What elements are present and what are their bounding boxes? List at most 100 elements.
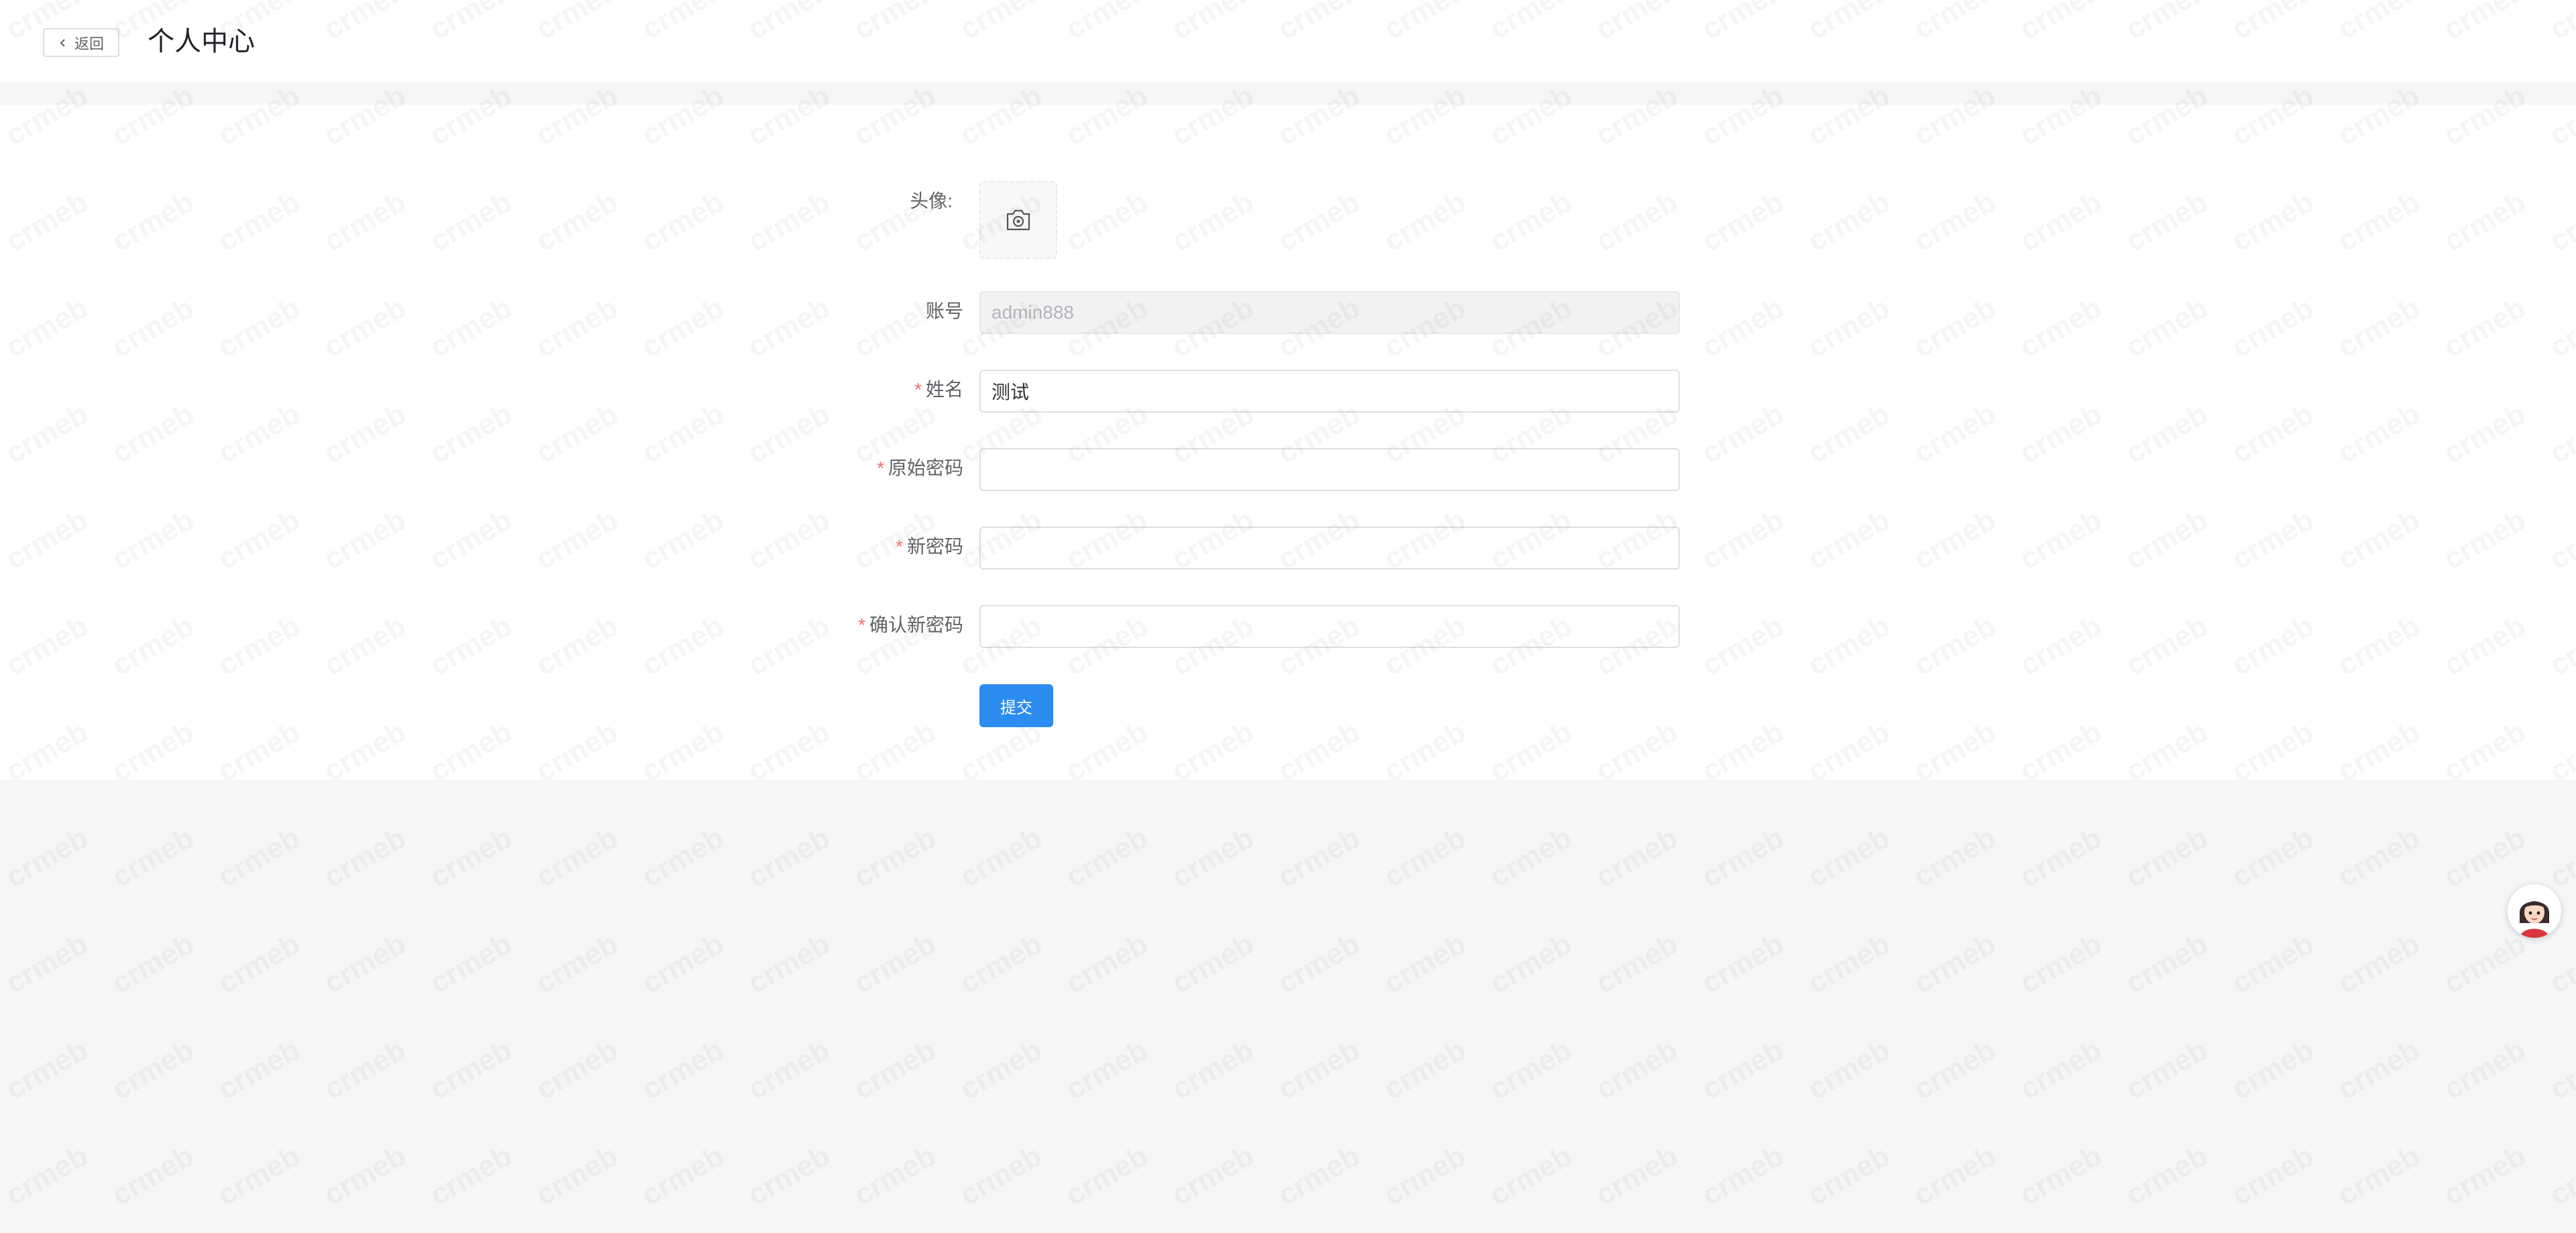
- watermark-text: crmeb: [743, 1033, 836, 1106]
- chevron-left-icon: [60, 38, 65, 47]
- watermark-text: crmeb: [425, 1139, 518, 1212]
- personal-center-page: 返回 个人中心 头像: 账号 *姓名 *原始密码 *新密码 *确认新密码: [0, 0, 2576, 1233]
- assistant-avatar-icon: [2508, 884, 2561, 938]
- avatar-upload[interactable]: [979, 181, 1057, 259]
- watermark-text: crmeb: [319, 1139, 412, 1212]
- watermark-text: crmeb: [1061, 1033, 1154, 1106]
- watermark-text: crmeb: [955, 927, 1048, 1000]
- watermark-text: crmeb: [955, 1033, 1048, 1106]
- new-password-label-text: 新密码: [906, 536, 963, 557]
- watermark-text: crmeb: [637, 1033, 730, 1106]
- submit-button[interactable]: 提交: [979, 684, 1053, 727]
- watermark-text: crmeb: [425, 1033, 518, 1106]
- new-password-input[interactable]: [979, 527, 1680, 570]
- watermark-text: crmeb: [319, 1033, 412, 1106]
- watermark-text: crmeb: [1803, 927, 1896, 1000]
- watermark-text: crmeb: [319, 927, 412, 1000]
- account-input: [979, 291, 1680, 334]
- watermark-text: crmeb: [213, 927, 306, 1000]
- profile-form-card: 头像: 账号 *姓名 *原始密码 *新密码 *确认新密码 提交: [0, 105, 2576, 780]
- watermark-text: crmeb: [1909, 821, 2002, 894]
- watermark-text: crmeb: [425, 821, 518, 894]
- watermark-text: crmeb: [955, 1139, 1048, 1212]
- confirm-password-input[interactable]: [979, 605, 1680, 648]
- watermark-text: crmeb: [1061, 927, 1154, 1000]
- watermark-text: crmeb: [425, 927, 518, 1000]
- confirm-password-label: * 确认新密码: [858, 612, 963, 639]
- name-label: * 姓名: [914, 376, 963, 403]
- watermark-text: crmeb: [1909, 1139, 2002, 1212]
- watermark-text: crmeb: [107, 1139, 200, 1212]
- watermark-text: crmeb: [213, 1033, 306, 1106]
- watermark-text: crmeb: [1485, 1033, 1578, 1106]
- watermark-text: crmeb: [2121, 1139, 2214, 1212]
- required-mark: *: [858, 614, 865, 635]
- watermark-text: crmeb: [1273, 1033, 1366, 1106]
- watermark-text: crmeb: [1379, 1139, 1472, 1212]
- watermark-text: crmeb: [2438, 1139, 2532, 1212]
- required-mark: *: [877, 458, 884, 478]
- old-password-label: * 原始密码: [877, 455, 963, 482]
- watermark-text: crmeb: [2438, 821, 2532, 894]
- watermark-text: crmeb: [1, 1033, 94, 1106]
- watermark-text: crmeb: [1167, 821, 1260, 894]
- watermark-text: crmeb: [107, 821, 200, 894]
- watermark-text: crmeb: [2544, 927, 2576, 1000]
- watermark-text: crmeb: [849, 821, 942, 894]
- watermark-text: crmeb: [531, 927, 624, 1000]
- watermark-text: crmeb: [2544, 1033, 2576, 1106]
- watermark-text: crmeb: [2121, 821, 2214, 894]
- watermark-text: crmeb: [2332, 1139, 2426, 1212]
- watermark-text: crmeb: [2438, 1033, 2532, 1106]
- watermark-text: crmeb: [2015, 1033, 2108, 1106]
- watermark-text: crmeb: [2544, 821, 2576, 894]
- watermark-text: crmeb: [1803, 821, 1896, 894]
- watermark-text: crmeb: [743, 927, 836, 1000]
- watermark-text: crmeb: [1, 927, 94, 1000]
- watermark-text: crmeb: [2438, 927, 2532, 1000]
- watermark-text: crmeb: [1591, 821, 1684, 894]
- watermark-text: crmeb: [1803, 1139, 1896, 1212]
- watermark-text: crmeb: [849, 1139, 942, 1212]
- watermark-text: crmeb: [2226, 821, 2320, 894]
- watermark-text: crmeb: [2332, 927, 2426, 1000]
- watermark-text: crmeb: [1379, 821, 1472, 894]
- watermark-text: crmeb: [2332, 821, 2426, 894]
- watermark-text: crmeb: [1485, 927, 1578, 1000]
- old-password-label-text: 原始密码: [888, 458, 963, 478]
- watermark-text: crmeb: [107, 927, 200, 1000]
- header-bar: 返回 个人中心: [0, 0, 2576, 83]
- watermark-text: crmeb: [2121, 1033, 2214, 1106]
- watermark-text: crmeb: [107, 1033, 200, 1106]
- watermark-text: crmeb: [531, 1139, 624, 1212]
- watermark-text: crmeb: [531, 821, 624, 894]
- watermark-text: crmeb: [319, 821, 412, 894]
- watermark-text: crmeb: [637, 1139, 730, 1212]
- watermark-text: crmeb: [1, 821, 94, 894]
- watermark-text: crmeb: [1591, 1033, 1684, 1106]
- watermark-text: crmeb: [743, 1139, 836, 1212]
- watermark-text: crmeb: [1, 1139, 94, 1212]
- name-input[interactable]: [979, 370, 1680, 413]
- camera-icon: [1006, 209, 1030, 231]
- old-password-input[interactable]: [979, 448, 1680, 491]
- watermark-text: crmeb: [1591, 1139, 1684, 1212]
- watermark-text: crmeb: [743, 821, 836, 894]
- watermark-text: crmeb: [2015, 927, 2108, 1000]
- watermark-text: crmeb: [1061, 1139, 1154, 1212]
- back-button[interactable]: 返回: [43, 28, 119, 57]
- required-mark: *: [914, 379, 922, 400]
- watermark-text: crmeb: [2332, 1033, 2426, 1106]
- watermark-text: crmeb: [1167, 1139, 1260, 1212]
- watermark-text: crmeb: [1167, 1033, 1260, 1106]
- watermark-text: crmeb: [637, 927, 730, 1000]
- watermark-text: crmeb: [1697, 1139, 1790, 1212]
- watermark-text: crmeb: [1273, 821, 1366, 894]
- name-label-text: 姓名: [925, 379, 963, 400]
- watermark-text: crmeb: [213, 821, 306, 894]
- assistant-avatar-button[interactable]: [2508, 884, 2561, 938]
- watermark-text: crmeb: [2121, 927, 2214, 1000]
- watermark-text: crmeb: [849, 1033, 942, 1106]
- watermark-text: crmeb: [2226, 927, 2320, 1000]
- watermark-text: crmeb: [637, 821, 730, 894]
